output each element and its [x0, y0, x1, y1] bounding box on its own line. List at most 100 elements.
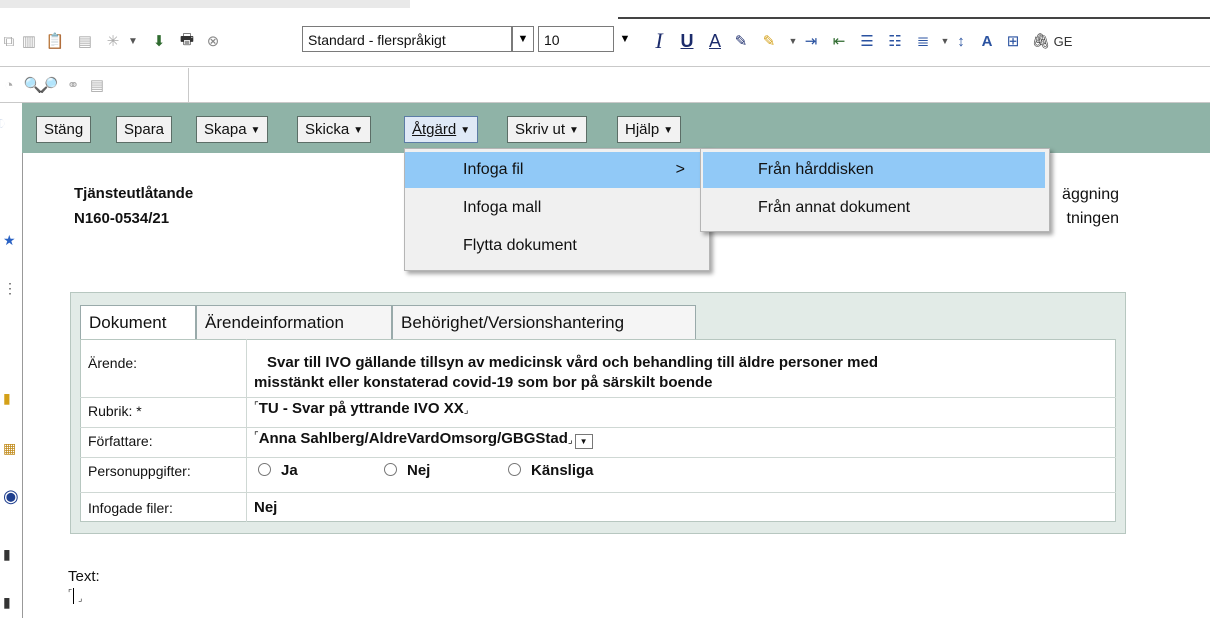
send-button[interactable]: Skicka ▼ — [297, 116, 372, 143]
nav-circle-icon[interactable]: ◐ — [0, 112, 6, 135]
insert-icon[interactable]: ✳ — [104, 32, 122, 50]
title-strip — [0, 0, 1210, 20]
print-icon[interactable]: 🖶 — [178, 31, 196, 50]
tool-icon[interactable]: ▮ — [3, 546, 11, 563]
tab-dokument[interactable]: Dokument — [80, 305, 196, 339]
radio-ja-label: Ja — [281, 462, 298, 479]
field-end-icon: ⌟ — [567, 435, 573, 446]
spellcheck-icon[interactable]: A — [978, 32, 996, 50]
action-button[interactable]: Åtgärd ▼ — [404, 116, 479, 143]
search-replace-icon[interactable]: 🔎 — [40, 76, 59, 94]
folder-icon[interactable]: ▮ — [3, 390, 11, 407]
chevron-down-icon: ▼ — [569, 125, 579, 136]
paste-special-icon[interactable]: ▤ — [76, 32, 94, 50]
table-icon[interactable]: ⊞ — [1004, 32, 1022, 50]
tab-arendeinformation[interactable]: Ärendeinformation — [196, 305, 392, 339]
copy-icon[interactable]: ⧉ — [0, 32, 18, 50]
send-button-label: Skicka — [305, 121, 350, 138]
radio-nej[interactable]: Nej — [384, 462, 430, 479]
menu-item-infoga-mall[interactable]: Infoga mall — [405, 190, 703, 226]
radio-circle-icon — [508, 463, 521, 476]
underline-icon[interactable]: U — [678, 31, 696, 51]
forfattare-value: Anna Sahlberg/AldreVardOmsorg/GBGStad — [258, 430, 568, 447]
tool-icon-2[interactable]: ▮ — [3, 594, 11, 611]
font-size-select[interactable]: 10 — [538, 26, 614, 52]
header-right-line-1: äggning — [1062, 186, 1119, 203]
radio-circle-icon — [384, 463, 397, 476]
field-end-icon: ⌟ — [78, 593, 83, 603]
zoom-icon[interactable]: ◔ — [0, 76, 18, 94]
attach-icon[interactable]: 🖇 — [1031, 32, 1050, 50]
paste-icon[interactable]: 📋 — [46, 32, 65, 50]
more-toolbar-label[interactable]: GE — [1054, 32, 1073, 50]
tab-behorighet[interactable]: Behörighet/Versionshantering — [392, 305, 696, 339]
font-color-icon[interactable]: A — [706, 31, 724, 51]
create-button-label: Skapa — [204, 121, 247, 138]
rubrik-value: TU - Svar på yttrande IVO XX — [258, 400, 464, 417]
style-select-chevron-icon[interactable]: ▼ — [512, 26, 534, 52]
menu-item-infoga-fil[interactable]: Infoga fil > — [405, 152, 703, 188]
arende-value-line-2: misstänkt eller konstaterad covid-19 som… — [254, 374, 713, 391]
action-button-label: Åtgärd — [412, 121, 457, 138]
print-button-label: Skriv ut — [515, 121, 566, 138]
table-row — [80, 427, 1116, 428]
tab-strip — [0, 0, 410, 8]
link-icon[interactable]: ⚭ — [64, 76, 82, 94]
radio-circle-icon — [258, 463, 271, 476]
chevron-down-icon: ▼ — [460, 125, 471, 136]
bullets-icon[interactable]: ☰ — [858, 32, 876, 50]
chevron-down-icon: ▼ — [663, 125, 674, 136]
table-row — [80, 492, 1116, 493]
column-divider — [246, 339, 247, 522]
menu-item-fran-harddisken[interactable]: Från hårddisken — [703, 152, 1045, 188]
infogade-value: Nej — [254, 499, 278, 516]
radio-kansliga[interactable]: Känsliga — [508, 462, 594, 479]
radio-ja[interactable]: Ja — [258, 462, 298, 479]
font-size-chevron-icon[interactable]: ▼ — [614, 26, 636, 52]
indent-icon[interactable]: ⇥ — [802, 32, 820, 50]
delete-icon[interactable]: ⊗ — [204, 32, 222, 50]
highlight-chevron-icon[interactable]: ▼ — [784, 32, 802, 50]
create-button[interactable]: Skapa ▼ — [196, 116, 269, 143]
author-picker-chevron-icon[interactable]: ▼ — [574, 434, 593, 449]
close-button[interactable]: Stäng — [36, 116, 92, 143]
print-button[interactable]: Skriv ut ▼ — [507, 116, 587, 143]
numbering-icon[interactable]: ☷ — [886, 32, 904, 50]
forfattare-label: Författare: — [88, 433, 153, 449]
rubrik-field[interactable]: ⌜TU - Svar på yttrande IVO XX⌟ — [254, 400, 468, 417]
forfattare-field[interactable]: ⌜Anna Sahlberg/AldreVardOmsorg/GBGStad⌟ ▼ — [254, 430, 593, 449]
line-spacing-icon[interactable]: ↕ — [952, 32, 970, 50]
align-icon[interactable]: ≣ — [914, 32, 932, 50]
cut-icon[interactable]: ▥ — [20, 32, 38, 50]
toolbar-separator — [188, 68, 189, 102]
style-select[interactable]: Standard - flerspråkigt — [302, 26, 512, 52]
menu-item-fran-annat-dokument[interactable]: Från annat dokument — [703, 190, 1045, 226]
save-button[interactable]: Spara — [116, 116, 173, 143]
outdent-icon[interactable]: ⇤ — [830, 32, 848, 50]
infogade-label: Infogade filer: — [88, 500, 173, 516]
document-type: Tjänsteutlåtande — [74, 185, 194, 202]
globe-icon[interactable]: ◉ — [3, 486, 19, 507]
chevron-down-icon[interactable]: ▼ — [124, 32, 142, 50]
pen-icon[interactable]: ✎ — [732, 32, 750, 50]
toolbar-divider — [0, 66, 1210, 67]
italic-icon[interactable]: I — [650, 28, 668, 53]
save-icon[interactable]: ▤ — [88, 76, 106, 94]
highlight-icon[interactable]: ✎ — [760, 32, 778, 50]
download-icon[interactable]: ⬇ — [150, 32, 168, 50]
header-right-line-2: tningen — [1066, 210, 1120, 227]
menu-item-infoga-fil-label: Infoga fil — [463, 161, 524, 178]
archive-icon[interactable]: ▦ — [3, 440, 16, 457]
arende-value-line-1: Svar till IVO gällande tillsyn av medici… — [267, 354, 879, 371]
table-row — [80, 397, 1116, 398]
star-icon[interactable]: ★ — [3, 232, 16, 249]
list-icon[interactable]: ⋮ — [3, 280, 17, 297]
help-button[interactable]: Hjälp ▼ — [617, 116, 682, 143]
menu-item-flytta-dokument[interactable]: Flytta dokument — [405, 228, 703, 264]
chevron-down-icon: ▼ — [353, 125, 364, 136]
chevron-down-icon: ▼ — [250, 125, 261, 136]
radio-kansliga-label: Känsliga — [531, 462, 594, 479]
arende-label: Ärende: — [88, 355, 138, 371]
text-field[interactable]: ⌜ ⌟ — [68, 588, 82, 604]
table-row — [80, 457, 1116, 458]
